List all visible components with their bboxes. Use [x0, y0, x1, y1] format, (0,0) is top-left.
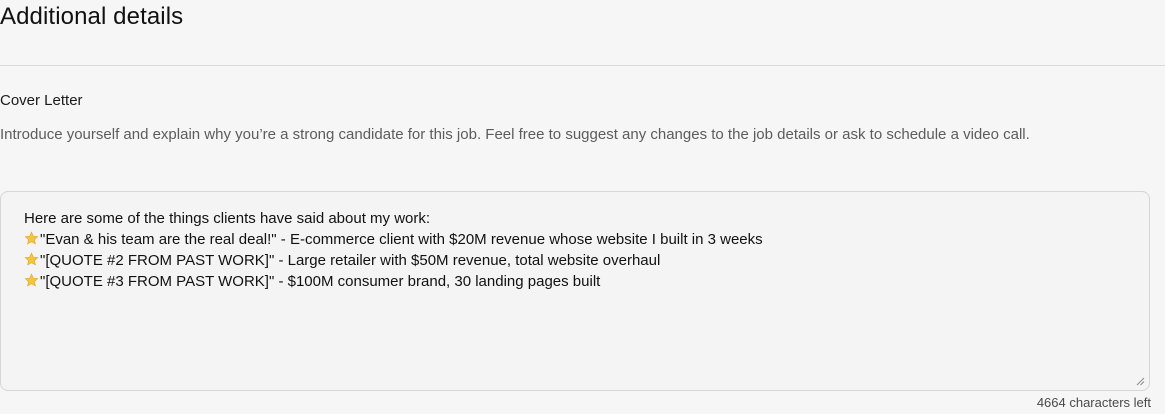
cover-letter-line-quote-3: "[QUOTE #3 FROM PAST WORK]" - $100M cons…: [24, 271, 1129, 292]
characters-left-counter: 4664 characters left: [1036, 395, 1151, 410]
section-title: Additional details: [0, 3, 184, 30]
cover-letter-line-text: "[QUOTE #2 FROM PAST WORK]" - Large reta…: [40, 252, 661, 269]
cover-letter-line-text: "[QUOTE #3 FROM PAST WORK]" - $100M cons…: [40, 273, 601, 290]
additional-details-section: Additional details Cover Letter Introduc…: [0, 0, 1165, 414]
cover-letter-content[interactable]: Here are some of the things clients have…: [24, 208, 1129, 292]
star-icon: [24, 273, 39, 288]
resize-handle-icon[interactable]: [1135, 376, 1145, 386]
cover-letter-line-quote-2: "[QUOTE #2 FROM PAST WORK]" - Large reta…: [24, 250, 1129, 271]
cover-letter-help-text: Introduce yourself and explain why you’r…: [0, 126, 1030, 143]
cover-letter-line-text: Here are some of the things clients have…: [24, 210, 431, 227]
cover-letter-line-quote-1: "Evan & his team are the real deal!" - E…: [24, 229, 1129, 250]
cover-letter-line-intro: Here are some of the things clients have…: [24, 208, 1129, 229]
cover-letter-line-text: "Evan & his team are the real deal!" - E…: [40, 231, 763, 248]
cover-letter-textarea[interactable]: Here are some of the things clients have…: [0, 191, 1150, 391]
cover-letter-label: Cover Letter: [0, 92, 83, 109]
star-icon: [24, 231, 39, 246]
star-icon: [24, 252, 39, 267]
section-divider: [0, 65, 1165, 66]
